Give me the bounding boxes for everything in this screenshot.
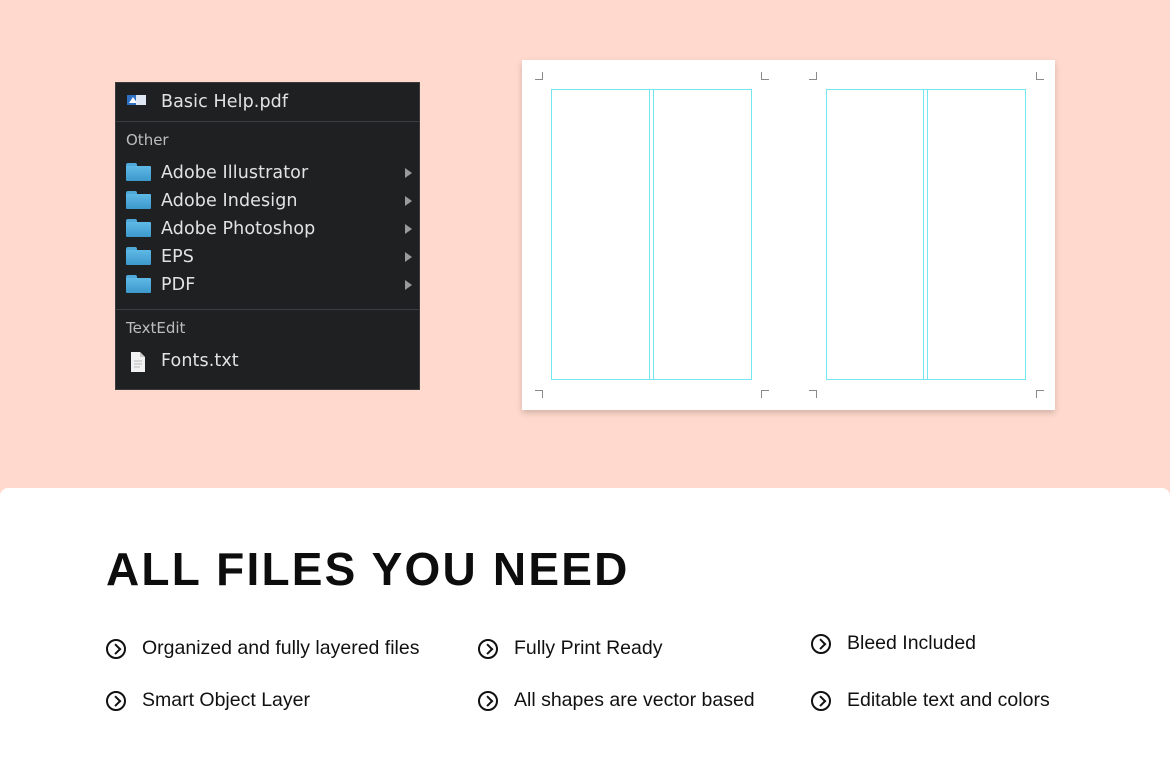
menu-item-adobe-illustrator[interactable]: Adobe Illustrator bbox=[116, 160, 419, 186]
pdf-file-icon bbox=[126, 92, 152, 112]
submenu-arrow-icon bbox=[405, 168, 412, 178]
crop-mark bbox=[809, 72, 817, 80]
crop-mark bbox=[761, 72, 769, 80]
submenu-arrow-icon bbox=[405, 252, 412, 262]
folder-icon bbox=[126, 275, 152, 295]
file-menu: Basic Help.pdf Other Adobe Illustrator A… bbox=[115, 82, 420, 390]
feature-text: Editable text and colors bbox=[847, 689, 1050, 711]
folder-icon bbox=[126, 163, 152, 183]
feature-text: Fully Print Ready bbox=[514, 637, 663, 659]
crop-mark bbox=[1036, 72, 1044, 80]
document-spread-preview bbox=[522, 60, 1055, 410]
feature-item: Smart Object Layer bbox=[106, 689, 310, 712]
folder-icon bbox=[126, 191, 152, 211]
feature-item: All shapes are vector based bbox=[478, 689, 755, 712]
menu-item-pdf[interactable]: PDF bbox=[116, 272, 419, 298]
chevron-circle-icon bbox=[478, 638, 498, 659]
menu-divider bbox=[116, 121, 419, 122]
column-guide bbox=[653, 89, 654, 380]
chevron-circle-icon bbox=[106, 638, 126, 659]
feature-text: All shapes are vector based bbox=[514, 689, 755, 711]
column-guide bbox=[649, 89, 650, 380]
menu-item-label: Adobe Indesign bbox=[161, 191, 298, 211]
menu-item-eps[interactable]: EPS bbox=[116, 244, 419, 270]
chevron-circle-icon bbox=[478, 690, 498, 711]
crop-mark bbox=[535, 390, 543, 398]
menu-item-adobe-indesign[interactable]: Adobe Indesign bbox=[116, 188, 419, 214]
chevron-circle-icon bbox=[811, 690, 831, 711]
menu-item-label: Basic Help.pdf bbox=[161, 92, 289, 112]
section-label-other: Other bbox=[126, 131, 169, 149]
section-title: ALL FILES YOU NEED bbox=[106, 543, 630, 595]
feature-item: Organized and fully layered files bbox=[106, 637, 420, 660]
feature-text: Smart Object Layer bbox=[142, 689, 310, 711]
submenu-arrow-icon bbox=[405, 196, 412, 206]
features-card: ALL FILES YOU NEED Organized and fully l… bbox=[0, 488, 1170, 780]
feature-text: Bleed Included bbox=[847, 632, 977, 654]
menu-item-basic-help-pdf[interactable]: Basic Help.pdf bbox=[116, 89, 419, 115]
section-label-textedit: TextEdit bbox=[126, 319, 186, 337]
menu-item-label: PDF bbox=[161, 275, 196, 295]
menu-item-adobe-photoshop[interactable]: Adobe Photoshop bbox=[116, 216, 419, 242]
feature-item: Bleed Included bbox=[811, 632, 976, 655]
chevron-circle-icon bbox=[811, 633, 831, 654]
crop-mark bbox=[535, 72, 543, 80]
menu-item-label: Adobe Illustrator bbox=[161, 163, 309, 183]
column-guide bbox=[927, 89, 928, 380]
feature-item: Fully Print Ready bbox=[478, 637, 662, 660]
feature-item: Editable text and colors bbox=[811, 689, 1050, 712]
text-file-icon bbox=[126, 351, 152, 372]
menu-divider bbox=[116, 309, 419, 310]
margin-guide-left-page bbox=[551, 89, 752, 380]
feature-text: Organized and fully layered files bbox=[142, 637, 420, 659]
menu-item-label: Adobe Photoshop bbox=[161, 219, 316, 239]
chevron-circle-icon bbox=[106, 690, 126, 711]
crop-mark bbox=[761, 390, 769, 398]
folder-icon bbox=[126, 219, 152, 239]
crop-mark bbox=[1036, 390, 1044, 398]
menu-item-label: Fonts.txt bbox=[161, 351, 239, 371]
margin-guide-right-page bbox=[826, 89, 1026, 380]
submenu-arrow-icon bbox=[405, 280, 412, 290]
crop-mark bbox=[809, 390, 817, 398]
submenu-arrow-icon bbox=[405, 224, 412, 234]
menu-item-label: EPS bbox=[161, 247, 195, 267]
menu-item-fonts-txt[interactable]: Fonts.txt bbox=[116, 348, 419, 374]
column-guide bbox=[923, 89, 924, 380]
folder-icon bbox=[126, 247, 152, 267]
